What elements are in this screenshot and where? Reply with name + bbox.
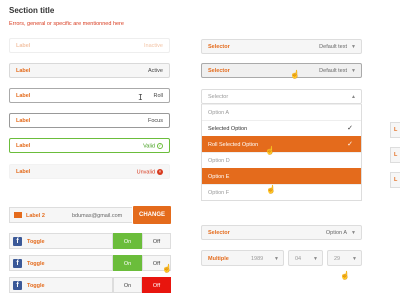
field-value: Active — [148, 68, 163, 74]
error-circle-icon: × — [157, 169, 163, 175]
month-value: 04 — [295, 255, 302, 262]
hand-cursor-icon: ☝ — [340, 271, 350, 280]
check-circle-icon: ✓ — [157, 143, 163, 149]
invalid-text: Unvalid — [136, 169, 155, 176]
error-message: Errors, general or specific are mentionn… — [9, 21, 124, 27]
toggle-label: Toggle — [27, 260, 45, 267]
month-select[interactable]: 04 ▼ — [288, 250, 323, 266]
field-invalid[interactable]: Label Unvalid × — [9, 164, 170, 179]
check-icon: ✓ — [347, 141, 353, 148]
field-inactive: Label Inactive — [9, 38, 170, 53]
toggle-label: Toggle — [27, 238, 45, 245]
toggle-on-button[interactable]: On — [113, 277, 142, 293]
dropdown-option-roll-selected[interactable]: Roll Selected Option ✓ — [202, 136, 361, 152]
field-value: Valid ✓ — [143, 143, 163, 149]
option-label: Roll Selected Option — [208, 142, 259, 148]
field-label: Label — [16, 93, 31, 99]
field-value: Inactive — [144, 43, 163, 49]
field-focus[interactable]: Label Focus — [9, 113, 170, 128]
field-active[interactable]: Label Active — [9, 63, 170, 78]
hand-cursor-icon: ☝ — [265, 146, 275, 155]
hand-cursor-icon: ☝ — [162, 264, 172, 273]
toggle-label: Toggle — [27, 282, 45, 289]
chevron-down-icon: ▼ — [351, 230, 356, 236]
multiple-label: Multiple — [208, 255, 229, 262]
toggle-off-button[interactable]: Off — [142, 233, 171, 249]
option-label: Selected Option — [208, 126, 248, 132]
select-value: Option A — [325, 230, 347, 236]
valid-text: Valid — [143, 143, 155, 150]
toggle-on-button[interactable]: On — [113, 255, 142, 271]
option-label: Option F — [208, 190, 230, 196]
toggle-off-button[interactable]: Off — [142, 277, 171, 293]
toggle-name: f Toggle — [9, 255, 113, 271]
dropdown-option-hover[interactable]: Option E — [202, 168, 361, 184]
multiple-date-select: Multiple 1989 ▼ 04 ▼ 29 ▼ — [201, 250, 362, 266]
field-label: Label — [16, 169, 31, 175]
hand-cursor-icon: ☝ — [290, 70, 300, 79]
facebook-icon: f — [13, 237, 22, 246]
field-label: Label — [16, 143, 31, 149]
edge-button[interactable]: L — [390, 122, 400, 138]
chevron-down-icon: ▼ — [274, 255, 279, 262]
toggle-row: f Toggle On Off — [9, 255, 171, 271]
email-label: Label 2 — [26, 212, 45, 219]
day-value: 29 — [334, 255, 341, 262]
toggle-on-button[interactable]: On — [113, 233, 142, 249]
email-field[interactable]: Label 2 bdumas@gmail.com — [9, 207, 132, 223]
hand-cursor-icon: ☝ — [266, 185, 276, 194]
mail-icon — [14, 212, 22, 218]
chevron-down-icon: ▼ — [351, 44, 356, 50]
select-dropdown: Option A Selected Option ✓ Roll Selected … — [201, 104, 362, 201]
toggle-name: f Toggle — [9, 233, 113, 249]
check-icon: ✓ — [347, 125, 353, 132]
day-select[interactable]: 29 ▼ — [327, 250, 362, 266]
selector-default[interactable]: Selector Default text ▼ — [201, 39, 362, 54]
field-value: Roll — [153, 93, 163, 99]
chevron-down-icon: ▼ — [313, 255, 318, 262]
dropdown-option[interactable]: Option A — [202, 104, 361, 120]
field-value: Focus — [148, 118, 163, 124]
selector-hover[interactable]: Selector Default text ▼ — [201, 63, 362, 78]
dropdown-option-selected[interactable]: Selected Option ✓ — [202, 120, 361, 136]
year-value: 1989 — [251, 255, 264, 262]
select-label: Selector — [208, 68, 230, 74]
field-label: Label — [16, 68, 31, 74]
option-label: Option A — [208, 110, 230, 116]
chevron-up-icon: ▲ — [351, 94, 356, 100]
toggle-row: f Toggle On Off — [9, 277, 171, 293]
field-label: Label — [16, 118, 31, 124]
select-placeholder: Selector — [208, 94, 229, 100]
toggle-name: f Toggle — [9, 277, 113, 293]
email-value: bdumas@gmail.com — [72, 212, 123, 219]
selector-open[interactable]: Selector ▲ — [201, 89, 362, 104]
field-label: Label — [16, 43, 31, 49]
section-title: Section title — [9, 6, 55, 15]
text-cursor-icon: I — [138, 93, 143, 102]
select-value: Default text — [319, 68, 347, 74]
year-select[interactable]: Multiple 1989 ▼ — [201, 250, 284, 266]
change-button[interactable]: CHANGE — [133, 206, 171, 224]
select-label: Selector — [208, 230, 230, 236]
select-value: Default text — [319, 44, 347, 50]
chevron-down-icon: ▼ — [352, 255, 357, 262]
select-label: Selector — [208, 44, 230, 50]
selector-option-a[interactable]: Selector Option A ▼ — [201, 225, 362, 240]
option-label: Option E — [208, 174, 230, 180]
dropdown-option[interactable]: Option F — [202, 184, 361, 200]
edge-button[interactable]: L — [390, 172, 400, 188]
field-value: Unvalid × — [137, 169, 163, 175]
facebook-icon: f — [13, 281, 22, 290]
facebook-icon: f — [13, 259, 22, 268]
chevron-down-icon: ▼ — [351, 68, 356, 74]
toggle-row: f Toggle On Off — [9, 233, 171, 249]
edge-button[interactable]: L — [390, 147, 400, 163]
dropdown-option[interactable]: Option D — [202, 152, 361, 168]
field-valid[interactable]: Label Valid ✓ — [9, 138, 170, 153]
option-label: Option D — [208, 158, 230, 164]
field-hover[interactable]: Label Roll — [9, 88, 170, 103]
